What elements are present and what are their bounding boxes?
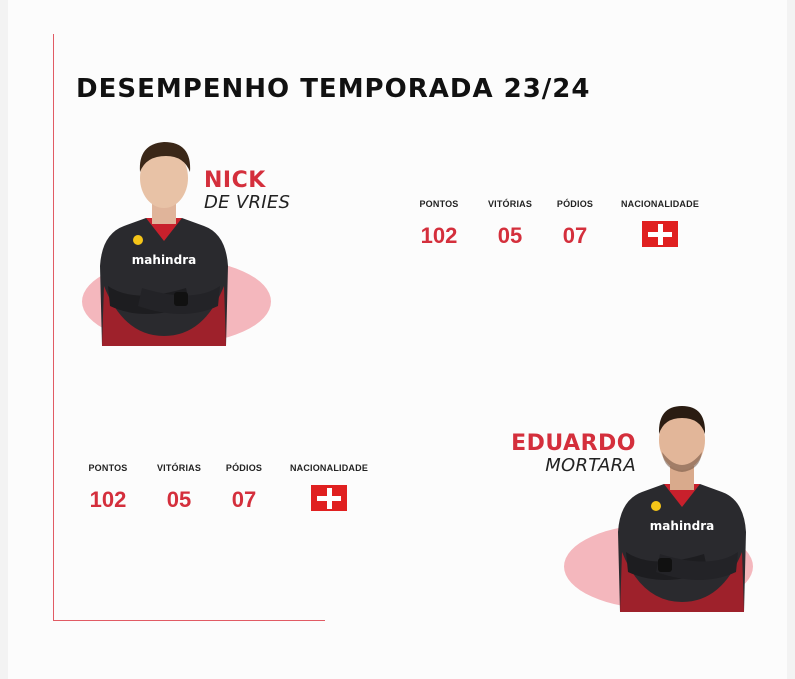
stat-vitorias: VITÓRIAS 05 bbox=[149, 463, 209, 513]
driver-name-eduardo: EDUARDO MORTARA bbox=[511, 433, 636, 475]
driver-last-name: DE VRIES bbox=[204, 192, 291, 213]
stat-label: VITÓRIAS bbox=[487, 199, 533, 209]
sponsor-logo-text: mahindra bbox=[650, 519, 714, 533]
stat-nacionalidade: NACIONALIDADE bbox=[620, 199, 700, 247]
stat-label: NACIONALIDADE bbox=[620, 199, 700, 209]
driver-first-name: NICK bbox=[204, 168, 266, 193]
swiss-flag-icon bbox=[642, 221, 678, 247]
stat-value: 07 bbox=[562, 223, 588, 248]
stat-value: 102 bbox=[420, 223, 458, 248]
stat-pontos: PONTOS 102 bbox=[408, 199, 470, 249]
page-title: DESEMPENHO TEMPORADA 23/24 bbox=[76, 74, 591, 104]
stat-vitorias: VITÓRIAS 05 bbox=[480, 199, 540, 249]
driver-last-name: MORTARA bbox=[545, 455, 636, 476]
stat-label: PONTOS bbox=[419, 199, 459, 209]
stat-label: PÓDIOS bbox=[225, 463, 263, 473]
stat-value: 102 bbox=[89, 487, 127, 512]
frame-line-vertical bbox=[53, 34, 54, 621]
driver-stats-nick: PONTOS 102 VITÓRIAS 05 PÓDIOS 07 NACIONA… bbox=[408, 199, 708, 259]
driver-first-name: EDUARDO bbox=[511, 431, 636, 456]
shell-logo-icon bbox=[133, 235, 143, 245]
frame-line-horizontal bbox=[53, 620, 325, 621]
stat-label: PÓDIOS bbox=[556, 199, 594, 209]
stat-value: 05 bbox=[497, 223, 523, 248]
shell-logo-icon bbox=[651, 501, 661, 511]
stat-nacionalidade: NACIONALIDADE bbox=[289, 463, 369, 511]
performance-card: DESEMPENHO TEMPORADA 23/24 mahindra NICK… bbox=[8, 0, 787, 679]
stat-podios: PÓDIOS 07 bbox=[548, 199, 602, 249]
stat-pontos: PONTOS 102 bbox=[77, 463, 139, 513]
stat-label: NACIONALIDADE bbox=[289, 463, 369, 473]
sponsor-logo-text: mahindra bbox=[132, 253, 196, 267]
stat-label: VITÓRIAS bbox=[156, 463, 202, 473]
stat-podios: PÓDIOS 07 bbox=[217, 463, 271, 513]
driver-stats-eduardo: PONTOS 102 VITÓRIAS 05 PÓDIOS 07 NACIONA… bbox=[77, 463, 377, 523]
stat-value: 05 bbox=[166, 487, 192, 512]
stat-label: PONTOS bbox=[88, 463, 128, 473]
swiss-flag-icon bbox=[311, 485, 347, 511]
driver-name-nick: NICK DE VRIES bbox=[204, 170, 290, 212]
stat-value: 07 bbox=[231, 487, 257, 512]
